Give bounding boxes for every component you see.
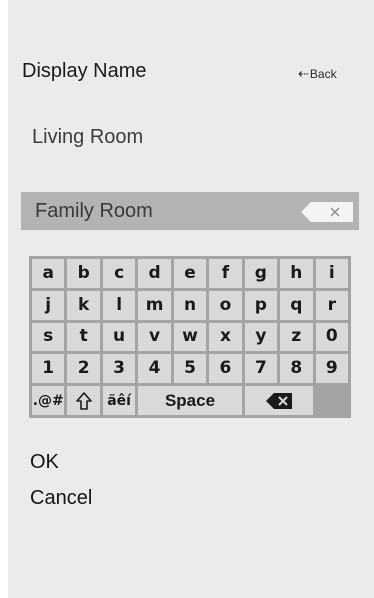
shift-key[interactable] [67, 386, 100, 415]
cancel-button[interactable]: Cancel [30, 487, 92, 510]
key[interactable]: i [315, 259, 348, 288]
key[interactable]: r [315, 290, 348, 320]
page-title: Display Name [22, 60, 147, 82]
backspace-key[interactable] [244, 386, 313, 415]
key[interactable]: a [32, 259, 65, 288]
ok-button[interactable]: OK [30, 451, 59, 474]
key[interactable]: x [209, 322, 242, 352]
key[interactable]: g [244, 259, 278, 288]
back-button[interactable]: ⇠ Back [298, 66, 337, 82]
key[interactable]: z [280, 322, 313, 352]
key[interactable]: j [32, 290, 65, 320]
key[interactable]: o [209, 290, 242, 320]
key[interactable]: h [280, 259, 313, 288]
clear-icon[interactable] [301, 202, 353, 222]
key[interactable]: d [138, 259, 171, 288]
back-label: Back [309, 67, 337, 81]
key[interactable]: 8 [280, 354, 313, 384]
key[interactable]: 4 [138, 354, 171, 384]
key[interactable]: 2 [67, 354, 100, 384]
symbols-key[interactable]: .@# [32, 386, 65, 415]
key[interactable]: 9 [315, 354, 348, 384]
shift-icon [75, 391, 92, 410]
name-input[interactable]: Family Room [21, 192, 359, 230]
key[interactable]: 6 [209, 354, 242, 384]
backspace-icon [265, 392, 292, 409]
display-name-panel: Display Name ⇠ Back Living Room Family R… [8, 0, 374, 598]
key[interactable]: k [67, 290, 100, 320]
key[interactable]: e [173, 259, 207, 288]
key[interactable]: v [138, 322, 171, 352]
back-arrow-icon: ⇠ [298, 66, 309, 81]
on-screen-keyboard: a b c d e f g h i j k l m n o p q r s t … [29, 256, 351, 418]
key[interactable]: 0 [315, 322, 348, 352]
key[interactable]: u [102, 322, 136, 352]
key[interactable]: f [209, 259, 242, 288]
key[interactable]: p [244, 290, 278, 320]
key[interactable]: m [138, 290, 171, 320]
key[interactable]: y [244, 322, 278, 352]
key[interactable]: 5 [173, 354, 207, 384]
key[interactable]: 7 [244, 354, 278, 384]
key[interactable]: l [102, 290, 136, 320]
key[interactable]: w [173, 322, 207, 352]
keyboard-grid: a b c d e f g h i j k l m n o p q r s t … [32, 259, 348, 415]
key[interactable]: t [67, 322, 100, 352]
space-key[interactable]: Space [138, 386, 242, 415]
key[interactable]: n [173, 290, 207, 320]
key[interactable]: c [102, 259, 136, 288]
accents-key[interactable]: äêí [102, 386, 136, 415]
key[interactable]: 3 [102, 354, 136, 384]
key[interactable]: q [280, 290, 313, 320]
name-input-value: Family Room [35, 199, 153, 222]
key[interactable]: 1 [32, 354, 65, 384]
option-living-room[interactable]: Living Room [32, 126, 143, 149]
key[interactable]: b [67, 259, 100, 288]
key[interactable]: s [32, 322, 65, 352]
